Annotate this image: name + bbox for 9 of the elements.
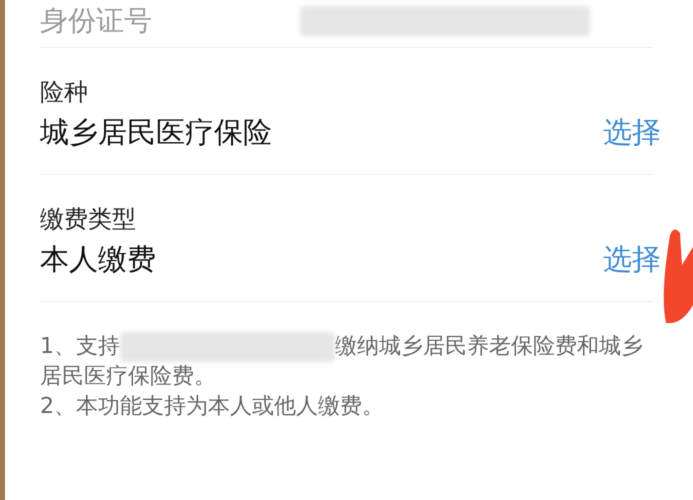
field-value: 城乡居民医疗保险 <box>40 114 272 151</box>
select-link[interactable]: 选择 <box>603 239 661 279</box>
note-text: 2、本功能支持为本人或他人缴费。 <box>40 393 385 422</box>
select-link[interactable]: 选择 <box>603 112 661 152</box>
field-value: 本人缴费 <box>40 241 156 278</box>
field-label: 缴费类型 <box>40 204 137 235</box>
field-label: 险种 <box>40 77 89 108</box>
field-label: 身份证号 <box>40 2 153 38</box>
note-text: 1、支持 缴纳城乡居民养老保险费和城乡居民医疗保险费。 <box>40 332 643 392</box>
